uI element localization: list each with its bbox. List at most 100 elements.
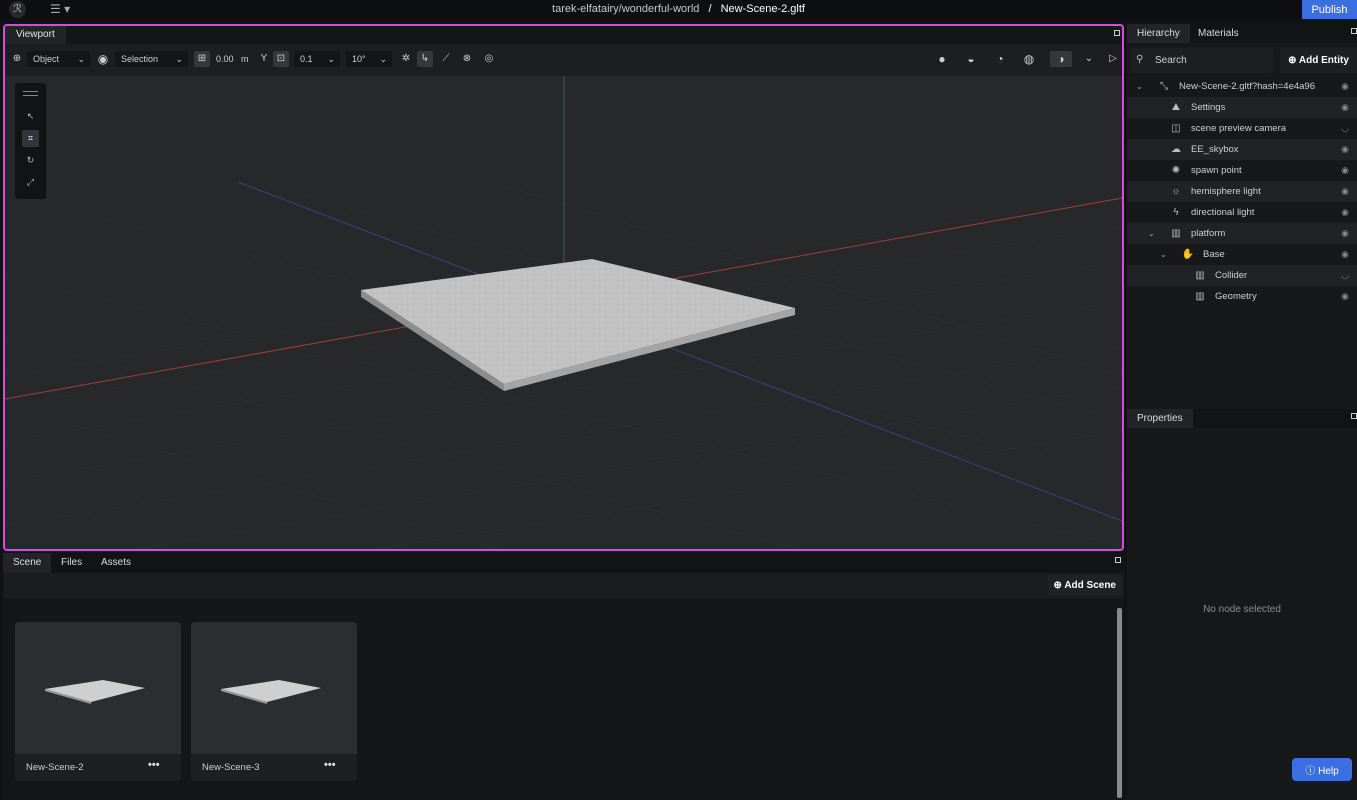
rotation-snap-select[interactable]: 10° ⌄ (346, 51, 392, 67)
translate-tool-icon[interactable]: ⌗ (22, 130, 39, 147)
maximize-icon[interactable] (1114, 30, 1120, 36)
hierarchy-node-label: Collider (1215, 270, 1248, 281)
grid-icon[interactable]: ⊞ (194, 51, 210, 67)
tab-properties[interactable]: Properties (1127, 409, 1193, 428)
eye-icon[interactable]: ◉ (1341, 181, 1349, 202)
expand-chevron-icon[interactable]: ⌄ (1160, 244, 1167, 265)
hierarchy-node[interactable]: ⛰ Settings ◉ (1127, 97, 1357, 118)
drag-handle-icon[interactable] (23, 91, 38, 96)
hierarchy-node[interactable]: ⌄ ✋ Base ◉ (1127, 244, 1357, 265)
scene-scrollbar[interactable] (1117, 608, 1122, 798)
grid-height-value[interactable]: 0.00 (216, 51, 234, 67)
scale-tool-icon[interactable]: ⤢ (22, 174, 39, 191)
scene-card[interactable]: New-Scene-2 ••• (15, 622, 181, 781)
tab-scene[interactable]: Scene (3, 553, 52, 573)
help-label: Help (1318, 766, 1339, 777)
eye-icon[interactable]: ◉ (1341, 223, 1349, 244)
viewport-panel: Viewport ⊕ Object ⌄ ◉ Selection ⌄ ⊞ 0.00 m… (3, 24, 1124, 551)
eye-icon[interactable]: ◉ (1341, 286, 1349, 307)
tab-hierarchy[interactable]: Hierarchy (1127, 24, 1190, 43)
hierarchy-node-label: EE_skybox (1191, 144, 1239, 155)
maximize-icon[interactable] (1351, 413, 1357, 419)
tab-files[interactable]: Files (51, 553, 92, 573)
translation-snap-select[interactable]: 0.1 ⌄ (294, 51, 340, 67)
hierarchy-node[interactable]: ✺ spawn point ◉ (1127, 160, 1357, 181)
tab-viewport[interactable]: Viewport (5, 26, 66, 44)
hemisphere-light-icon: ☼ (1171, 186, 1181, 197)
more-options-icon[interactable]: ••• (324, 759, 336, 771)
help-button[interactable]: ⓘ Help (1292, 758, 1352, 781)
rotate-tool-icon[interactable]: ↻ (22, 152, 39, 169)
eye-icon[interactable]: ◉ (1341, 244, 1349, 265)
transform-space-value: Object (33, 54, 60, 64)
hierarchy-tabbar: Hierarchy Materials (1127, 24, 1357, 43)
maximize-icon[interactable] (1351, 28, 1357, 34)
bottom-tabbar: Scene Files Assets (3, 553, 1124, 573)
settings-icon: ⛰ (1171, 102, 1181, 113)
hierarchy-node[interactable]: ⌄ ▥ platform ◉ (1127, 223, 1357, 244)
tab-assets[interactable]: Assets (91, 553, 141, 573)
transform-space-select[interactable]: Object ⌄ (27, 51, 90, 67)
eye-icon[interactable]: ◉ (1341, 97, 1349, 118)
pivot-icon[interactable]: ◉ (95, 51, 111, 67)
more-options-icon[interactable]: ••• (148, 759, 160, 771)
eye-icon[interactable]: ◉ (1341, 160, 1349, 181)
eye-icon[interactable]: ◉ (1341, 139, 1349, 160)
hierarchy-node[interactable]: ◫ scene preview camera ◡ (1127, 118, 1357, 139)
scene-name: New-Scene-3 (202, 762, 260, 773)
publish-button[interactable]: Publish (1302, 0, 1357, 19)
z-axis-line (237, 181, 1122, 522)
eye-closed-icon[interactable]: ◡ (1341, 118, 1349, 139)
search-input[interactable] (1155, 53, 1265, 68)
pivot-mode-value: Selection (121, 54, 159, 64)
hierarchy-node[interactable]: ▥ Collider ◡ (1127, 265, 1357, 286)
scene-card[interactable]: New-Scene-3 ••• (191, 622, 357, 781)
shading-solid-icon[interactable]: ● (934, 51, 950, 67)
expand-chevron-icon[interactable]: ⌄ (1136, 76, 1143, 97)
expand-chevron-icon[interactable]: ⌄ (1148, 223, 1155, 244)
add-scene-label: Add Scene (1064, 579, 1116, 591)
rotation-snap-value: 10° (352, 54, 366, 64)
tab-materials[interactable]: Materials (1188, 24, 1249, 43)
screenshot-camera-icon[interactable]: ◎ (481, 51, 497, 67)
shading-normals-icon[interactable]: ◔ (992, 51, 1008, 67)
hierarchy-node[interactable]: ▥ Geometry ◉ (1127, 286, 1357, 307)
add-entity-label: Add Entity (1298, 55, 1349, 66)
sparkle-icon[interactable]: ✲ (398, 51, 414, 67)
top-bar: ℛ ☰ ▾ tarek-elfatairy/wonderful-world / … (0, 0, 1357, 19)
snap-target-icon[interactable]: ⊡ (273, 51, 289, 67)
eye-icon[interactable]: ◉ (1341, 76, 1349, 97)
scene-canvas[interactable] (5, 76, 1122, 551)
globe-icon[interactable]: ⊕ (9, 51, 25, 67)
shading-lit-icon[interactable]: ◒ (963, 51, 979, 67)
maximize-icon[interactable] (1115, 557, 1121, 563)
ruler-icon[interactable]: ⟋ (438, 51, 454, 67)
hierarchy-node[interactable]: ⌄ ⤡ New-Scene-2.gltf?hash=4e4a96 ◉ (1127, 76, 1357, 97)
hierarchy-node-label: Geometry (1215, 291, 1257, 302)
axis-helper-icon[interactable]: ↳ (417, 51, 433, 67)
snap-magnet-icon[interactable]: Y (256, 51, 272, 67)
select-tool-icon[interactable]: ↖ (22, 108, 39, 125)
eye-closed-icon[interactable]: ◡ (1341, 265, 1349, 286)
hierarchy-node-label: directional light (1191, 207, 1255, 218)
properties-tabbar: Properties (1127, 409, 1357, 428)
add-scene-button[interactable]: ⊕ Add Scene (1047, 575, 1122, 595)
shading-shadows-icon[interactable]: ◑ (1050, 51, 1072, 67)
hierarchy-node[interactable]: ☁ EE_skybox ◉ (1127, 139, 1357, 160)
add-entity-button[interactable]: ⊕ Add Entity (1280, 48, 1357, 73)
pivot-mode-select[interactable]: Selection ⌄ (115, 51, 188, 67)
hierarchy-node[interactable]: ☼ hemisphere light ◉ (1127, 181, 1357, 202)
platform-mesh[interactable] (361, 259, 795, 391)
grid-unit-label: m (241, 54, 249, 64)
camera-icon: ◫ (1171, 123, 1181, 134)
play-icon[interactable]: ▷ (1105, 51, 1121, 67)
eye-icon[interactable]: ◉ (1341, 202, 1349, 223)
search-icon: ⚲ (1136, 54, 1144, 65)
scene-thumbnail (191, 622, 357, 754)
focus-icon[interactable]: ⊗ (459, 51, 475, 67)
map-icon: ▥ (1171, 228, 1181, 239)
chevron-down-icon[interactable]: ⌄ (1081, 51, 1097, 67)
hierarchy-node[interactable]: ϟ directional light ◉ (1127, 202, 1357, 223)
scene-name: New-Scene-2 (26, 762, 84, 773)
shading-wireframe-icon[interactable]: ◍ (1021, 51, 1037, 67)
